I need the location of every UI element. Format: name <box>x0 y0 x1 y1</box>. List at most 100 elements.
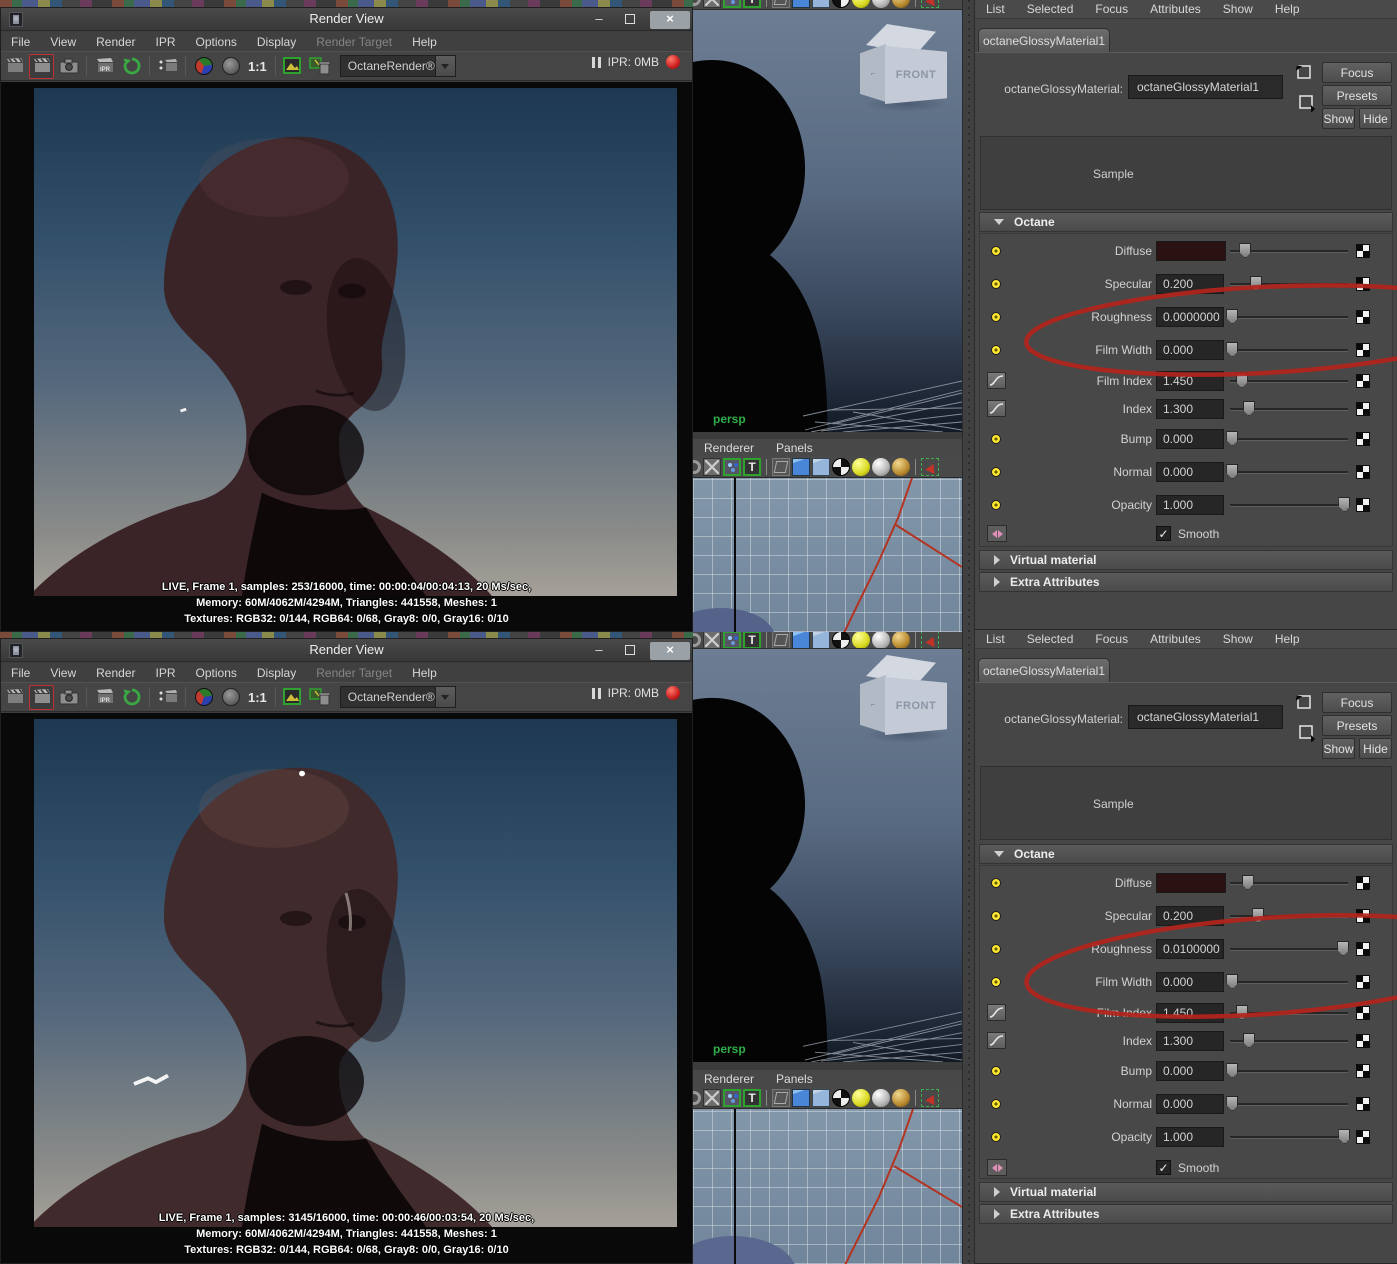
keep-image-button[interactable] <box>281 54 306 79</box>
isolate-select-icon[interactable] <box>921 0 939 8</box>
slider-handle[interactable] <box>1235 373 1248 388</box>
roughness-input[interactable]: 0.0000000 <box>1156 307 1224 327</box>
film-index-input[interactable]: 1.450 <box>1156 1003 1224 1023</box>
text-hud-icon[interactable]: T <box>743 457 761 476</box>
presets-button[interactable]: Presets <box>1322 85 1392 106</box>
tab-octane-glossy-material[interactable]: octaneGlossyMaterial1 <box>978 658 1110 682</box>
bump-slider[interactable] <box>1226 429 1348 449</box>
slider-handle[interactable] <box>1242 1033 1255 1048</box>
pane-resize-gutter[interactable] <box>962 0 975 1264</box>
index-input[interactable]: 1.300 <box>1156 399 1224 419</box>
film-width-slider[interactable] <box>1226 972 1348 992</box>
menu-display[interactable]: Display <box>247 35 306 49</box>
film-gate-icon[interactable] <box>723 0 741 8</box>
all-lights-icon[interactable] <box>872 457 890 476</box>
diffuse-slider[interactable] <box>1230 873 1348 893</box>
texture-map-button[interactable] <box>1356 277 1370 291</box>
persp-viewport[interactable]: ⌐ FRONT persp <box>693 649 962 1062</box>
film-width-input[interactable]: 0.000 <box>1156 340 1224 360</box>
menu-attributes[interactable]: Attributes <box>1139 632 1212 646</box>
film-gate-icon[interactable] <box>723 1088 741 1107</box>
maximize-button[interactable] <box>618 642 644 660</box>
no-gate-icon[interactable] <box>703 0 721 8</box>
slider-handle[interactable] <box>1239 243 1252 258</box>
zoom-ratio-button[interactable]: 1:1 <box>244 690 271 705</box>
opacity-input[interactable]: 1.000 <box>1156 1127 1224 1147</box>
all-lights-icon[interactable] <box>872 0 890 8</box>
texture-map-button[interactable] <box>1356 374 1370 388</box>
diffuse-color-swatch[interactable] <box>1156 241 1226 261</box>
shadows-icon[interactable] <box>892 0 910 8</box>
renderer-dropdown-value[interactable]: OctaneRender® <box>339 686 436 708</box>
shaded-mode-icon[interactable] <box>792 0 810 8</box>
checker-shading-icon[interactable] <box>832 457 850 476</box>
camera-lock-icon[interactable] <box>693 633 701 647</box>
diffuse-color-swatch[interactable] <box>1156 873 1226 893</box>
slider-handle[interactable] <box>1226 974 1239 989</box>
slider-handle[interactable] <box>1338 1129 1351 1144</box>
refresh-ipr-icon[interactable] <box>119 54 144 79</box>
film-index-slider[interactable] <box>1230 371 1348 391</box>
persp-viewport[interactable]: ⌐ FRONT persp <box>693 10 962 432</box>
menu-file[interactable]: File <box>1 666 40 680</box>
smooth-checkbox[interactable]: ✓ <box>1156 1160 1171 1175</box>
shadows-icon[interactable] <box>892 632 910 648</box>
texture-map-button[interactable] <box>1356 343 1370 357</box>
texture-map-button[interactable] <box>1356 432 1370 446</box>
opacity-slider[interactable] <box>1230 1127 1351 1147</box>
roughness-slider[interactable] <box>1230 939 1350 959</box>
copy-tab-icon[interactable] <box>1293 692 1313 712</box>
film-index-slider[interactable] <box>1230 1003 1348 1023</box>
close-button[interactable]: × <box>650 641 690 660</box>
menu-show[interactable]: Show <box>1212 2 1264 16</box>
dropdown-arrow-icon[interactable] <box>435 55 456 77</box>
specular-input[interactable]: 0.200 <box>1156 906 1224 926</box>
menu-attributes[interactable]: Attributes <box>1139 2 1212 16</box>
menu-options[interactable]: Options <box>186 35 247 49</box>
roughness-input[interactable]: 0.0100000 <box>1156 939 1224 959</box>
texture-map-button[interactable] <box>1356 1097 1370 1111</box>
textured-mode-icon[interactable] <box>812 1088 830 1107</box>
menu-renderer[interactable]: Renderer <box>693 441 765 455</box>
maximize-button[interactable] <box>618 11 644 29</box>
menu-focus[interactable]: Focus <box>1084 2 1139 16</box>
no-gate-icon[interactable] <box>703 1088 721 1107</box>
shaded-mode-icon[interactable] <box>792 1088 810 1107</box>
index-input[interactable]: 1.300 <box>1156 1031 1224 1051</box>
film-width-input[interactable]: 0.000 <box>1156 972 1224 992</box>
view-cube-front-face[interactable]: FRONT <box>885 46 947 104</box>
bump-input[interactable]: 0.000 <box>1156 429 1224 449</box>
alpha-channel-icon[interactable] <box>218 54 243 79</box>
hide-button[interactable]: Hide <box>1359 108 1392 129</box>
texture-map-button[interactable] <box>1356 402 1370 416</box>
menu-panels[interactable]: Panels <box>765 441 824 455</box>
slider-handle[interactable] <box>1252 908 1265 923</box>
index-slider[interactable] <box>1230 399 1348 419</box>
slider-handle[interactable] <box>1226 431 1239 446</box>
menu-view[interactable]: View <box>40 35 86 49</box>
slider-handle[interactable] <box>1226 1096 1239 1111</box>
texture-map-button[interactable] <box>1356 244 1370 258</box>
menu-list[interactable]: List <box>975 632 1016 646</box>
opacity-input[interactable]: 1.000 <box>1156 495 1224 515</box>
shadows-icon[interactable] <box>892 457 910 476</box>
menu-selected[interactable]: Selected <box>1016 2 1085 16</box>
menu-help[interactable]: Help <box>1264 632 1311 646</box>
specular-slider[interactable] <box>1230 274 1348 294</box>
focus-button[interactable]: Focus <box>1322 62 1392 83</box>
menu-focus[interactable]: Focus <box>1084 632 1139 646</box>
octane-section-header[interactable]: Octane <box>979 212 1393 232</box>
camera-lock-icon[interactable] <box>693 1090 701 1105</box>
checker-shading-icon[interactable] <box>832 632 850 648</box>
film-gate-icon[interactable] <box>723 632 741 648</box>
tab-octane-glossy-material[interactable]: octaneGlossyMaterial1 <box>978 28 1110 52</box>
front-viewport-grid[interactable] <box>693 1108 962 1264</box>
normal-slider[interactable] <box>1226 462 1348 482</box>
menu-file[interactable]: File <box>1 35 40 49</box>
all-lights-icon[interactable] <box>872 1088 890 1107</box>
slider-handle[interactable] <box>1241 875 1254 890</box>
slider-handle[interactable] <box>1235 1005 1248 1020</box>
shaded-mode-icon[interactable] <box>792 457 810 476</box>
view-cube-left-face[interactable]: ⌐ <box>860 675 886 733</box>
shadows-icon[interactable] <box>892 1088 910 1107</box>
